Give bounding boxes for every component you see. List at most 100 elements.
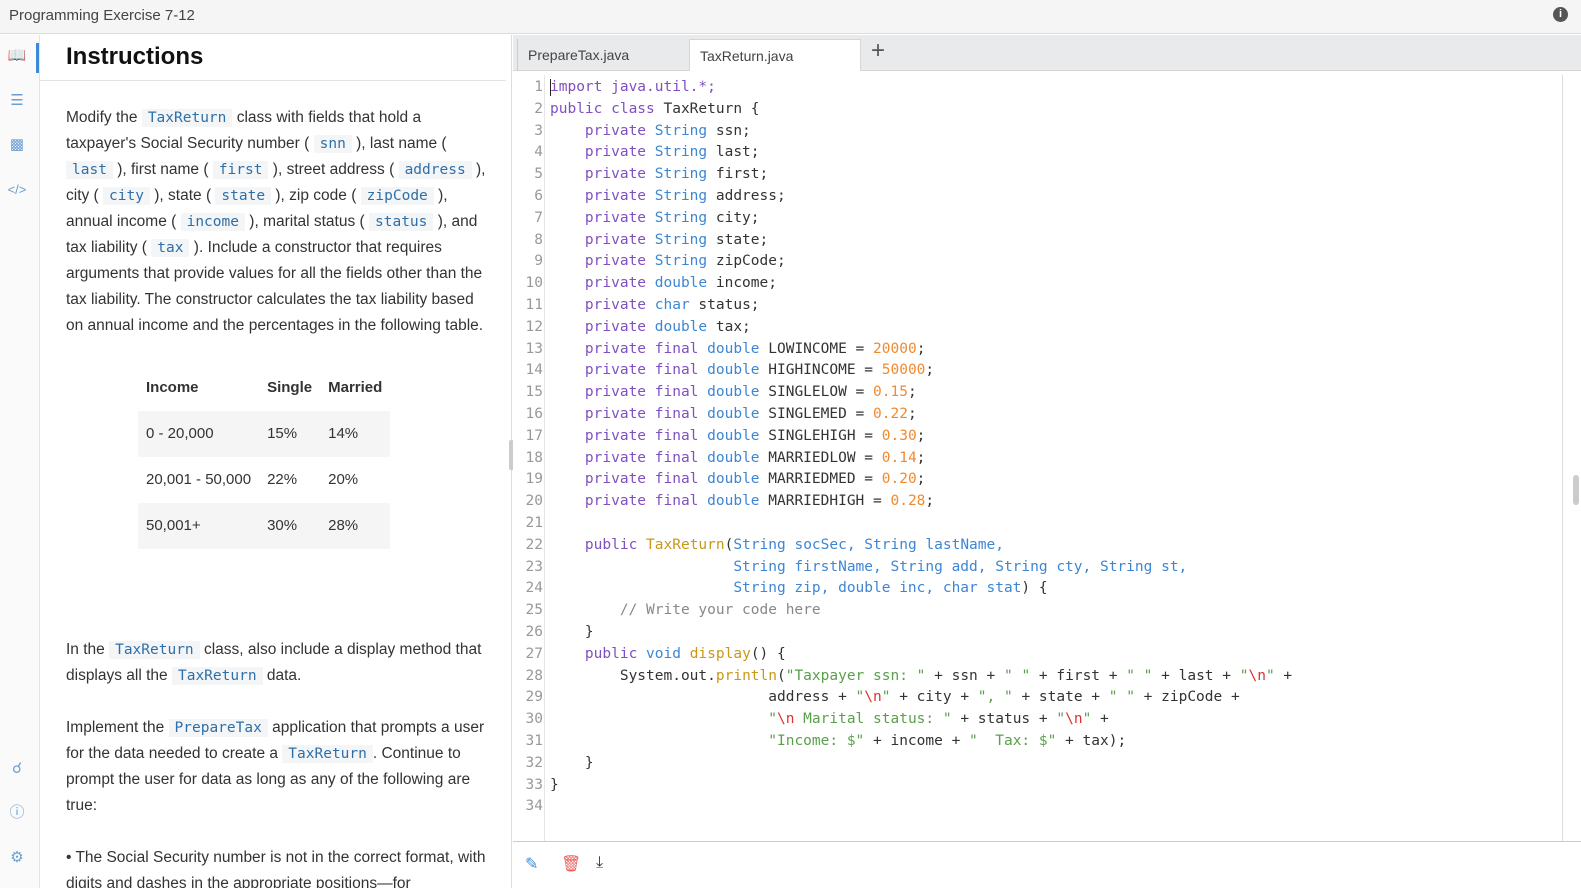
code-line: 20 private final double MARRIEDHIGH = 0.… [513, 490, 1553, 512]
code-line: 14 private final double HIGHINCOME = 500… [513, 359, 1553, 381]
line-number: 1 [534, 79, 543, 95]
code-token: 0.30 [881, 427, 917, 444]
code-token: + ssn + [925, 667, 1004, 684]
trash-icon[interactable]: 🗑 [561, 854, 581, 874]
code-line: 15 private final double SINGLELOW = 0.15… [513, 381, 1553, 403]
code-token: double [646, 275, 708, 292]
line-number: 30 [525, 711, 543, 728]
code-token: SINGLEHIGH = [759, 427, 882, 444]
code-token: ; [925, 493, 935, 510]
book-icon[interactable]: 📖 [6, 45, 28, 67]
code-icon[interactable]: </> [6, 179, 28, 201]
code-token: } [550, 776, 559, 793]
code-text: public void display() { [550, 643, 786, 665]
code-token: city; [707, 209, 760, 226]
code-token: double [698, 493, 760, 510]
code-token: String firstName, String add, String cty… [733, 558, 1188, 575]
code-token: double [698, 471, 760, 488]
instructions-paragraph: Modify the TaxReturn class with fields t… [66, 105, 486, 339]
code-token: "Income: $" [768, 733, 865, 749]
code-line: 17 private final double SINGLEHIGH = 0.3… [513, 425, 1553, 447]
editor-scrollbar[interactable] [1573, 475, 1579, 505]
code-token: char [646, 297, 690, 313]
line-number: 19 [525, 471, 543, 488]
code-token: double [698, 384, 760, 401]
instructions-paragraph: In the TaxReturn class, also include a d… [66, 637, 486, 689]
code-token: public [584, 536, 638, 553]
line-number: 26 [525, 624, 543, 640]
table-cell: 15% [259, 411, 321, 457]
download-icon[interactable]: ⤓ [596, 854, 603, 872]
tab-preparetax[interactable]: PrepareTax.java [517, 39, 689, 71]
code-token: private [584, 318, 647, 335]
code-token: ; [916, 427, 926, 444]
code-token: String [646, 188, 708, 204]
code-token: " [1056, 711, 1066, 728]
code-token: SINGLEMED = [759, 406, 874, 422]
code-text: private String last; [550, 141, 760, 163]
code-token: private [584, 253, 647, 270]
code-line: 10 private double income; [513, 272, 1553, 294]
code-token: 50000 [881, 362, 926, 379]
line-number: 14 [525, 362, 543, 379]
text-run: ), last name ( [351, 135, 447, 152]
code-line: 4 private String last; [513, 141, 1553, 163]
inline-code: PrepareTax [168, 719, 268, 737]
code-token: 0.20 [881, 471, 917, 488]
info-icon[interactable]: i [1553, 7, 1568, 22]
code-token: String socSec, String lastName, [733, 536, 1004, 553]
code-token: ssn; [707, 122, 751, 139]
code-token: void [637, 645, 681, 662]
code-token: \n [1065, 711, 1083, 728]
code-line: 3 private String ssn; [513, 120, 1553, 142]
text-run: In the [66, 641, 110, 658]
code-text: } [550, 774, 559, 796]
inline-code: state [215, 187, 272, 205]
share-icon[interactable]: ☌ [6, 758, 28, 780]
code-text: private final double SINGLEMED = 0.22; [550, 403, 917, 425]
code-token: String [646, 253, 708, 270]
code-token: String [646, 209, 708, 226]
code-line: 27 public void display() { [513, 643, 1553, 665]
code-token: private [584, 209, 647, 226]
code-token: + tax); [1056, 733, 1127, 749]
code-text: private String state; [550, 229, 768, 251]
code-token: import java.util.*; [550, 79, 716, 95]
add-file-button[interactable]: + [871, 37, 885, 65]
pencil-icon[interactable]: ✎ [525, 854, 538, 874]
code-token: "Taxpayer ssn: " [785, 667, 926, 684]
line-number: 15 [525, 384, 543, 401]
code-token: tax; [707, 318, 751, 335]
code-line: 29 address + "\n" + city + ", " + state … [513, 686, 1553, 708]
checklist-icon[interactable]: ☰ [6, 90, 28, 112]
code-token: + zipCode + [1134, 689, 1240, 706]
settings-icon[interactable]: ⚙ [6, 847, 28, 869]
text-run: ), marital status ( [244, 213, 370, 230]
code-text: private final double MARRIEDHIGH = 0.28; [550, 490, 934, 512]
code-text: private String zipCode; [550, 250, 786, 272]
code-line: 32 } [513, 752, 1553, 774]
code-token: private final [584, 362, 699, 379]
code-token: private [584, 122, 647, 139]
line-number: 16 [525, 406, 543, 422]
side-rail: 📖 ☰ ▩ </> ☌ ⓘ ⚙ [0, 35, 40, 888]
code-token: double [698, 340, 760, 357]
line-number: 11 [525, 297, 543, 313]
code-token: " [855, 689, 865, 706]
code-area[interactable]: 1 import java.util.*; 2 public class TaxRet… [513, 75, 1563, 841]
line-number: 21 [525, 515, 543, 531]
tab-taxreturn[interactable]: TaxReturn.java [689, 39, 861, 71]
chart-icon[interactable]: ▩ [6, 134, 28, 156]
inline-code: city [103, 187, 150, 205]
text-run: ), first name ( [112, 161, 213, 178]
code-token: 20000 [873, 340, 917, 357]
code-token: double [698, 362, 760, 379]
help-icon[interactable]: ⓘ [6, 802, 28, 824]
code-text: private final double SINGLELOW = 0.15; [550, 381, 917, 403]
code-token: \n [1248, 667, 1266, 684]
code-token: " [768, 711, 777, 728]
line-number: 5 [534, 166, 543, 183]
code-text: private String city; [550, 207, 760, 229]
